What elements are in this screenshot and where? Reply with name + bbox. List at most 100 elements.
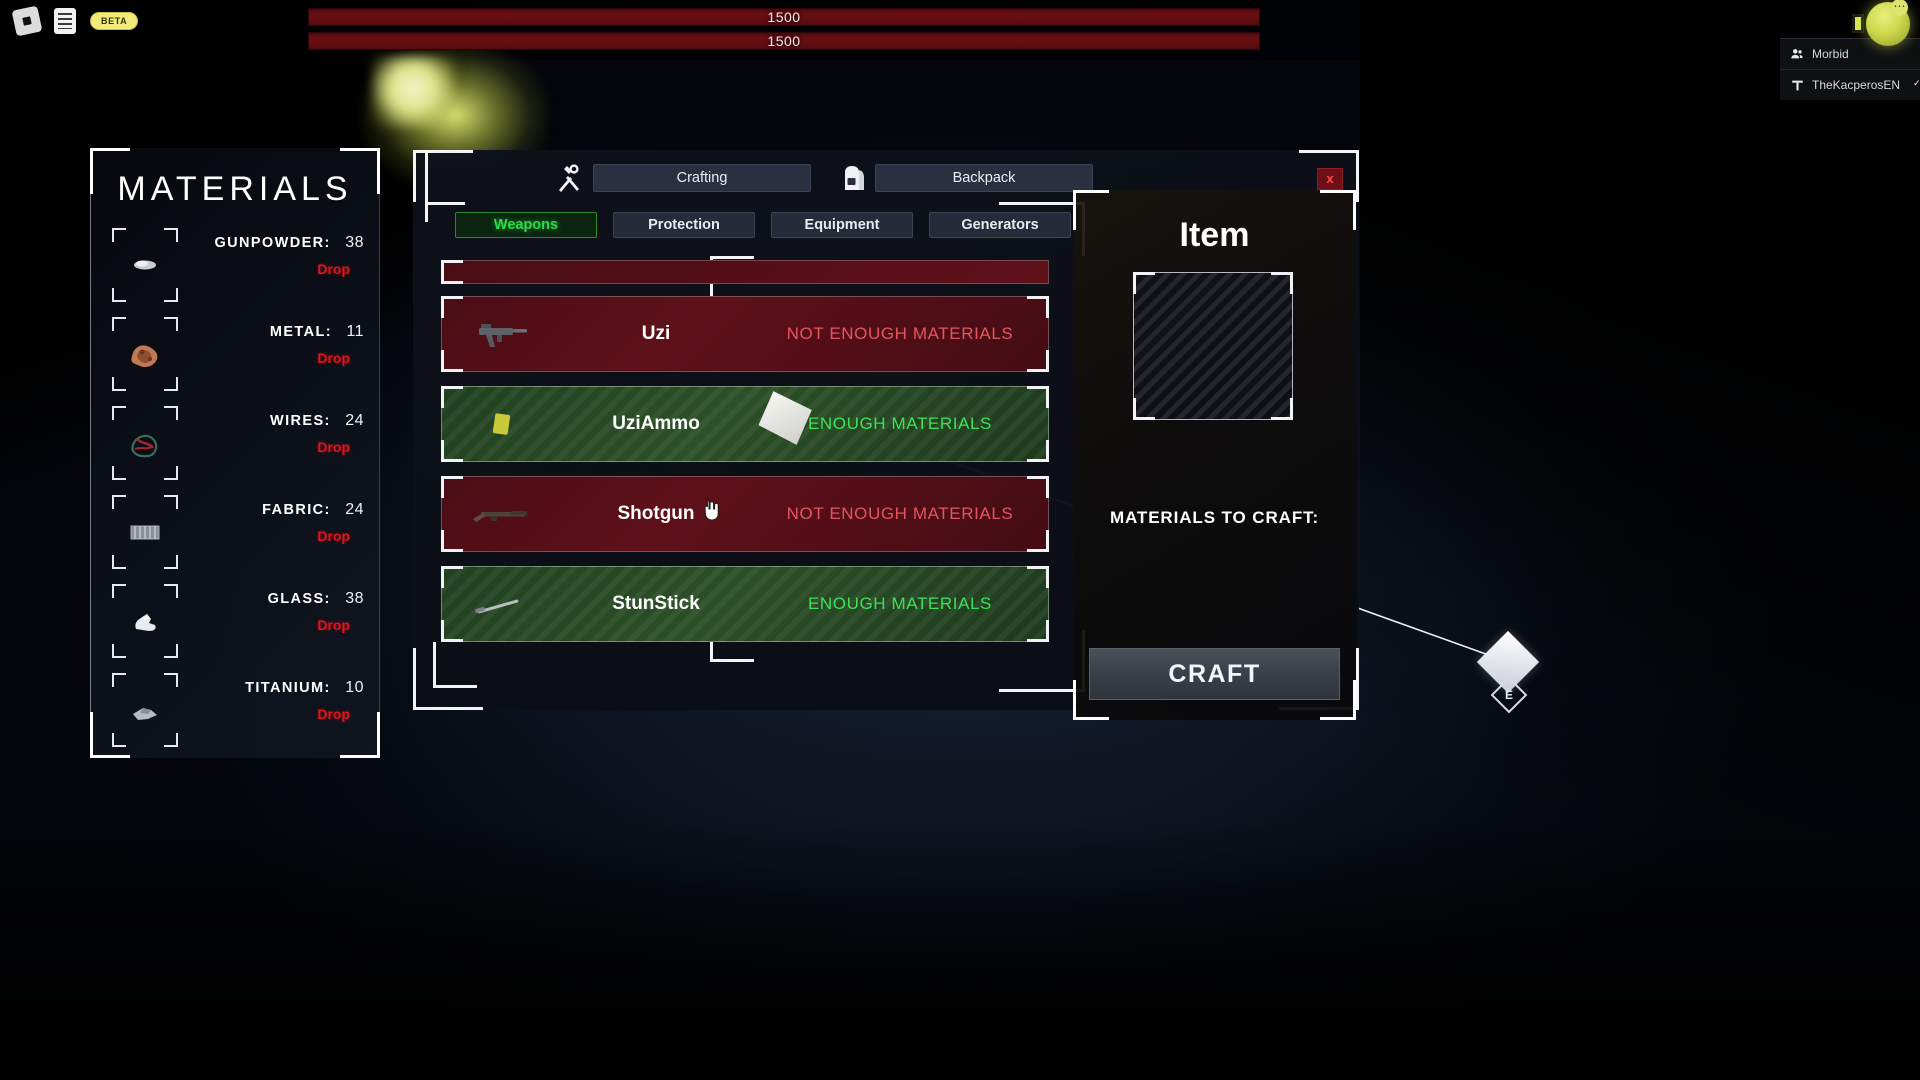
material-text: GUNPOWDER: 38 Drop	[178, 222, 380, 277]
category-bar: Weapons Protection Equipment Generators	[455, 212, 1071, 238]
beta-badge: BETA	[90, 12, 139, 30]
titanium-icon	[133, 708, 157, 720]
wires-icon	[131, 434, 158, 458]
slot-corner-br	[164, 555, 178, 569]
health-bar-primary: 1500	[308, 8, 1260, 26]
slot-corner-tr	[164, 495, 178, 509]
tab-generators[interactable]: Generators	[929, 212, 1071, 238]
frame-edge	[1356, 648, 1359, 710]
slot-corner-tr	[164, 584, 178, 598]
drop-button[interactable]: Drop	[184, 617, 350, 633]
recipe-row-partial[interactable]	[441, 260, 1049, 284]
metal-icon	[131, 345, 158, 368]
slot-corner-bl	[112, 733, 126, 747]
text-tool-icon	[1790, 78, 1804, 92]
material-count: 38	[345, 590, 364, 607]
list-item[interactable]: TheKacperosEN	[1780, 70, 1920, 100]
recipe-status: NOT ENOUGH MATERIALS	[786, 504, 1014, 523]
frame-edge	[425, 202, 465, 205]
recipe-status: ENOUGH MATERIALS	[807, 594, 993, 613]
material-text: GLASS: 38 Drop	[178, 578, 380, 633]
material-name: GUNPOWDER:	[214, 235, 331, 251]
material-name: TITANIUM:	[245, 680, 331, 696]
item-panel-background	[1073, 190, 1356, 720]
slot-corner-tr	[164, 228, 178, 242]
slot-corner-tl	[112, 673, 126, 687]
material-name: WIRES:	[269, 413, 331, 429]
slot-corner-tr	[164, 673, 178, 687]
avatar[interactable]	[1866, 0, 1910, 46]
drop-button[interactable]: Drop	[184, 528, 350, 544]
frame-edge	[433, 642, 436, 688]
slot-corner-br	[164, 466, 178, 480]
material-count: 38	[345, 234, 364, 251]
list-item: METAL: 11 Drop	[90, 311, 380, 400]
tab-weapons[interactable]: Weapons	[455, 212, 597, 238]
materials-panel: MATERIALS GUNPOWDER: 38 Drop METAL: 11 D…	[90, 148, 380, 758]
list-item: FABRIC: 24 Drop	[90, 489, 380, 578]
chat-document-icon[interactable]	[54, 8, 76, 34]
material-name: GLASS:	[267, 591, 331, 607]
slot-corner-tl	[112, 406, 126, 420]
frame-edge	[710, 256, 754, 259]
frame-edge	[1356, 150, 1359, 202]
material-text: METAL: 11 Drop	[178, 311, 380, 366]
tab-equipment[interactable]: Equipment	[771, 212, 913, 238]
close-button[interactable]: x	[1317, 168, 1343, 190]
material-icon-slot	[112, 584, 178, 658]
item-preview-slot[interactable]	[1133, 272, 1293, 420]
health-bar-secondary: 1500	[308, 32, 1260, 50]
recipe-row[interactable]: UziAmmo ENOUGH MATERIALS	[441, 386, 1049, 462]
health-bar-secondary-value: 1500	[767, 33, 801, 49]
craft-button[interactable]: CRAFT	[1089, 648, 1340, 700]
backpack-icon	[841, 163, 867, 193]
recipe-row[interactable]: StunStick ENOUGH MATERIALS	[441, 566, 1049, 642]
material-count: 24	[345, 501, 364, 518]
slot-corner-tr	[164, 406, 178, 420]
tab-protection[interactable]: Protection	[613, 212, 755, 238]
recipe-row[interactable]: Uzi NOT ENOUGH MATERIALS	[441, 296, 1049, 372]
ceiling-lamp-core	[372, 56, 454, 128]
slot-corner-tr	[164, 317, 178, 331]
material-name: FABRIC:	[262, 502, 331, 518]
material-icon-slot	[112, 317, 178, 391]
uzi-icon	[441, 317, 561, 351]
list-item: GLASS: 38 Drop	[90, 578, 380, 667]
empty-slot-icon	[1133, 272, 1293, 420]
list-item[interactable]: Morbid	[1780, 39, 1920, 70]
material-count: 10	[345, 679, 364, 696]
slot-corner-tl	[112, 495, 126, 509]
avatar-bust-icon	[1852, 14, 1864, 33]
recipe-background	[441, 260, 1049, 284]
slot-corner-tl	[112, 228, 126, 242]
slot-corner-br	[164, 377, 178, 391]
list-item: GUNPOWDER: 38 Drop	[90, 222, 380, 311]
glass-icon	[135, 614, 156, 631]
item-panel-title: Item	[1179, 216, 1250, 254]
drop-button[interactable]: Drop	[184, 706, 350, 722]
slot-corner-br	[164, 288, 178, 302]
material-text: FABRIC: 24 Drop	[178, 489, 380, 544]
health-bar-primary-value: 1500	[767, 9, 801, 25]
shotgun-icon	[441, 499, 561, 529]
background-bottom-shadow	[0, 820, 1920, 1080]
player-name: TheKacperosEN	[1812, 78, 1901, 92]
roblox-logo-icon[interactable]	[11, 5, 43, 37]
recipe-name: StunStick	[612, 593, 700, 614]
material-text: TITANIUM: 10 Drop	[178, 667, 380, 722]
frame-edge	[413, 648, 416, 710]
player-list: Morbid TheKacperosEN	[1780, 38, 1920, 100]
material-icon-slot	[112, 406, 178, 480]
recipe-row[interactable]: Shotgun NOT ENOUGH MATERIALS	[441, 476, 1049, 552]
material-count: 11	[346, 323, 364, 340]
tab-backpack[interactable]: Backpack	[875, 164, 1093, 192]
recipe-status: NOT ENOUGH MATERIALS	[786, 324, 1014, 343]
drop-button[interactable]: Drop	[184, 439, 350, 455]
recipe-list[interactable]: Uzi NOT ENOUGH MATERIALS UziAmmo ENOUGH …	[441, 260, 1049, 692]
players-group-icon	[1790, 47, 1804, 61]
slot-corner-bl	[112, 644, 126, 658]
drop-button[interactable]: Drop	[184, 261, 350, 277]
tab-crafting[interactable]: Crafting	[593, 164, 811, 192]
drop-button[interactable]: Drop	[184, 350, 350, 366]
material-icon-slot	[112, 228, 178, 302]
